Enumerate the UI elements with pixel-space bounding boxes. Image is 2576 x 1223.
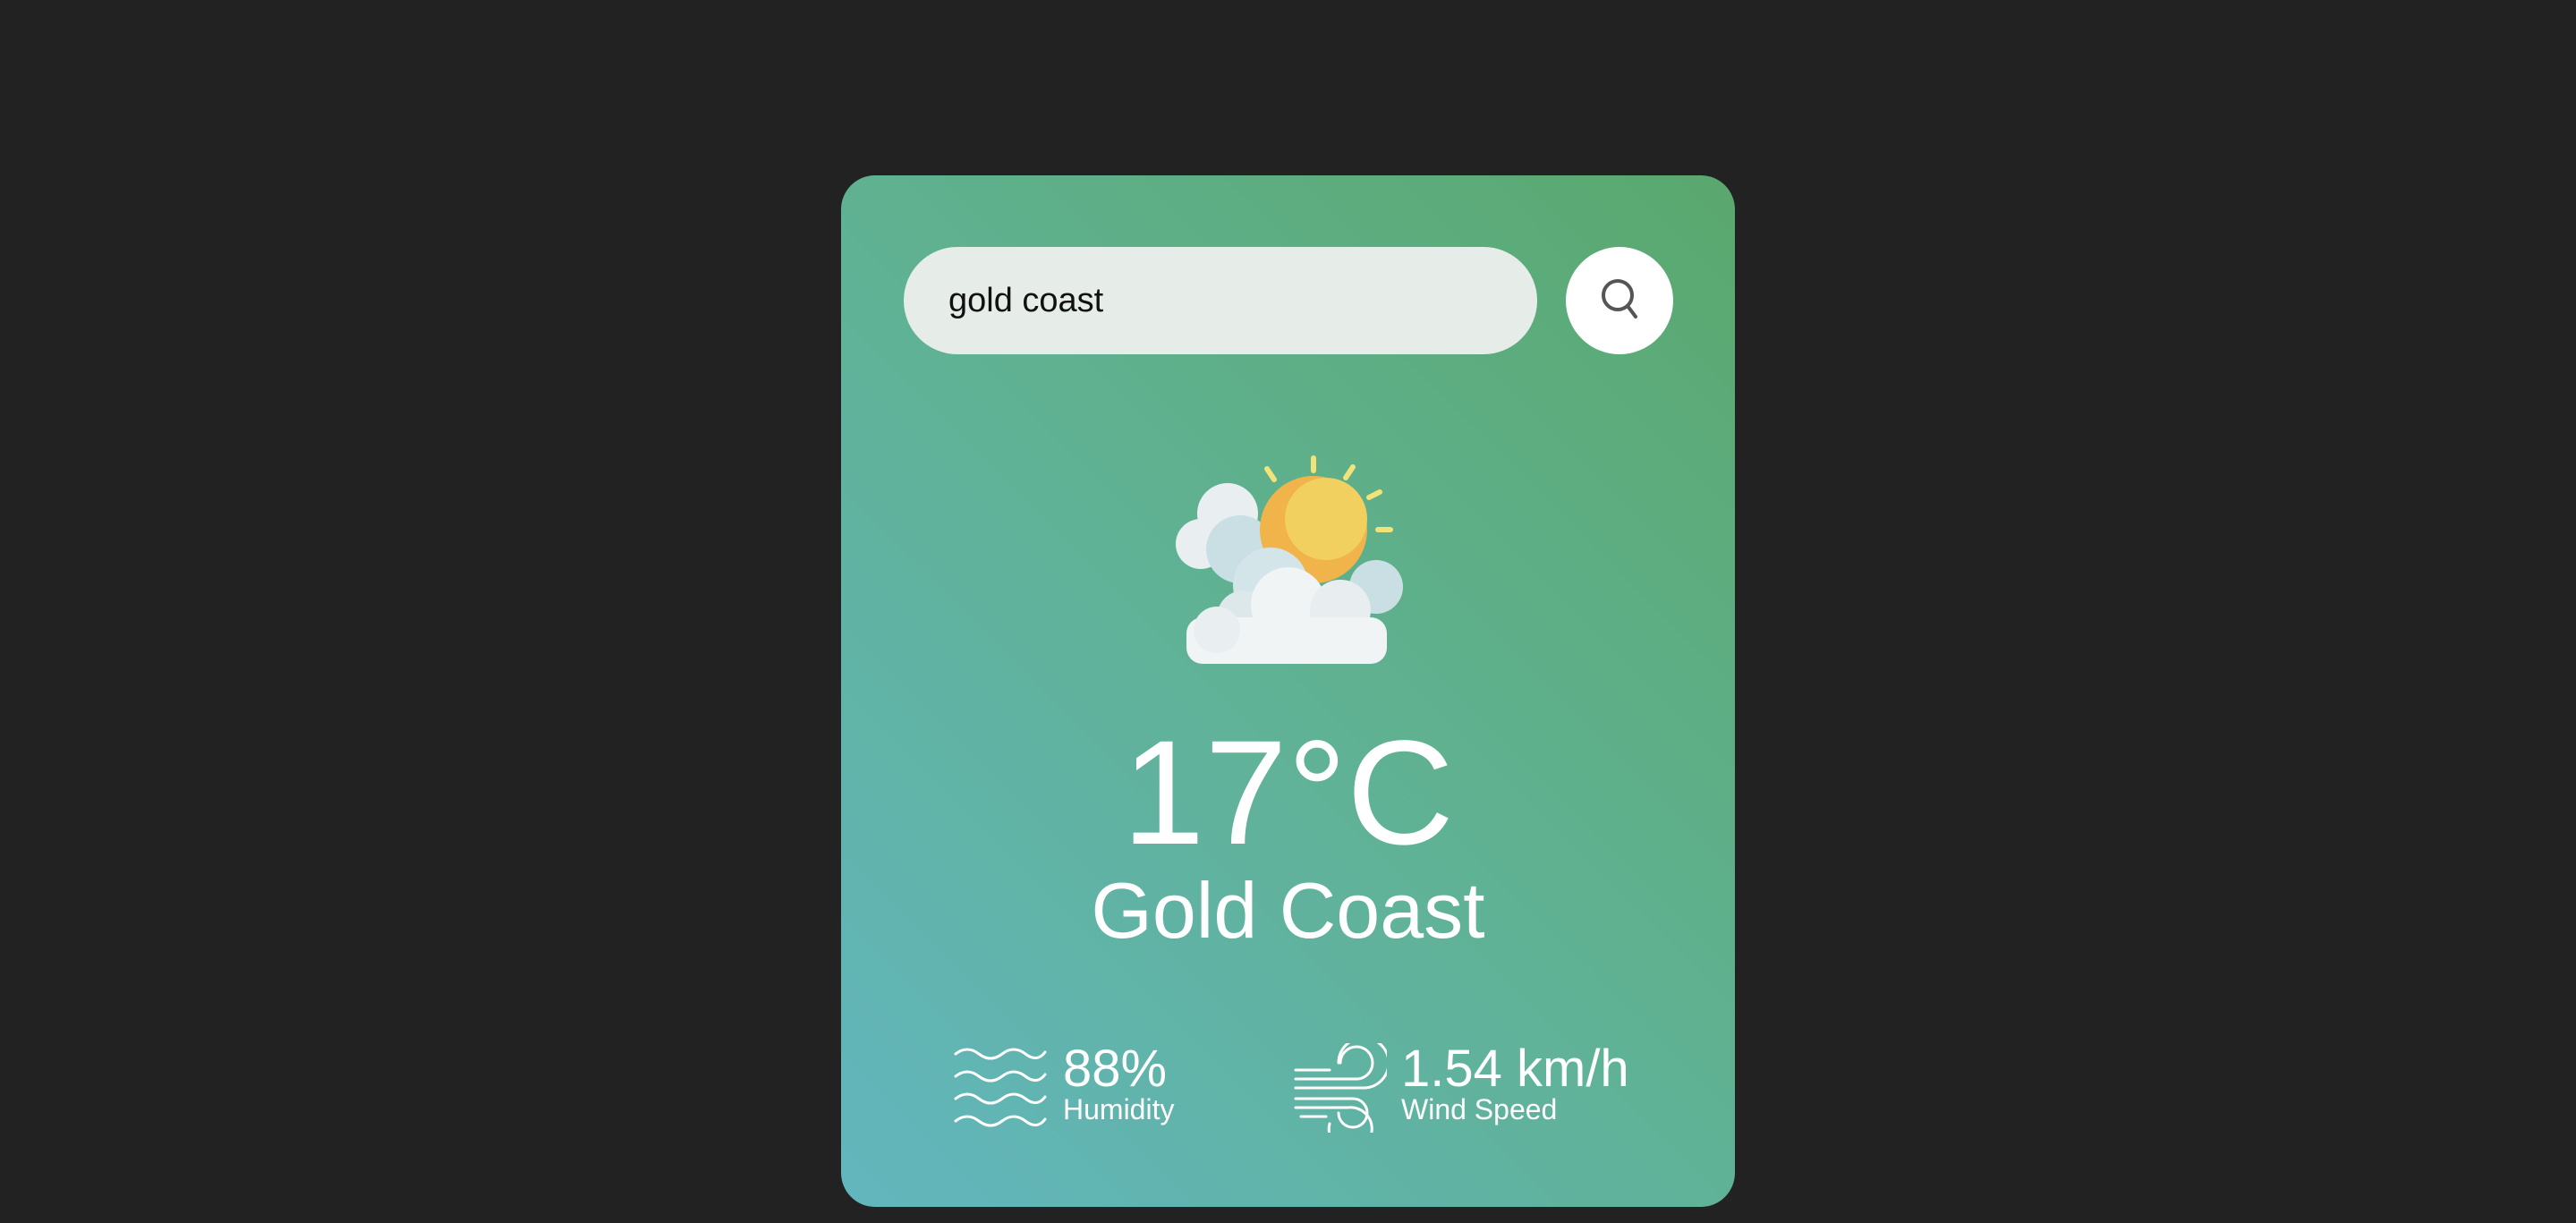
wind-speed-label: Wind Speed (1401, 1093, 1558, 1125)
humidity-waves-icon (954, 1048, 1047, 1127)
partly-cloudy-sun-icon (1176, 455, 1403, 664)
humidity-label: Humidity (1063, 1093, 1175, 1125)
weather-card: 17°C Gold Coast 88% Humidity 1.54 km/ (841, 175, 1735, 1207)
wind-speed-value: 1.54 km/h (1401, 1040, 1629, 1098)
humidity-value: 88% (1063, 1040, 1168, 1098)
wind-icon (1294, 1043, 1387, 1133)
search-icon (1602, 279, 1637, 318)
city-search-input[interactable] (904, 247, 1537, 354)
search-button[interactable] (1566, 247, 1673, 354)
temperature: 17°C (1122, 710, 1454, 876)
wind-detail: 1.54 km/h Wind Speed (1294, 1043, 1670, 1142)
humidity-detail: 88% Humidity (954, 1043, 1204, 1142)
city-name: Gold Coast (1091, 866, 1485, 955)
